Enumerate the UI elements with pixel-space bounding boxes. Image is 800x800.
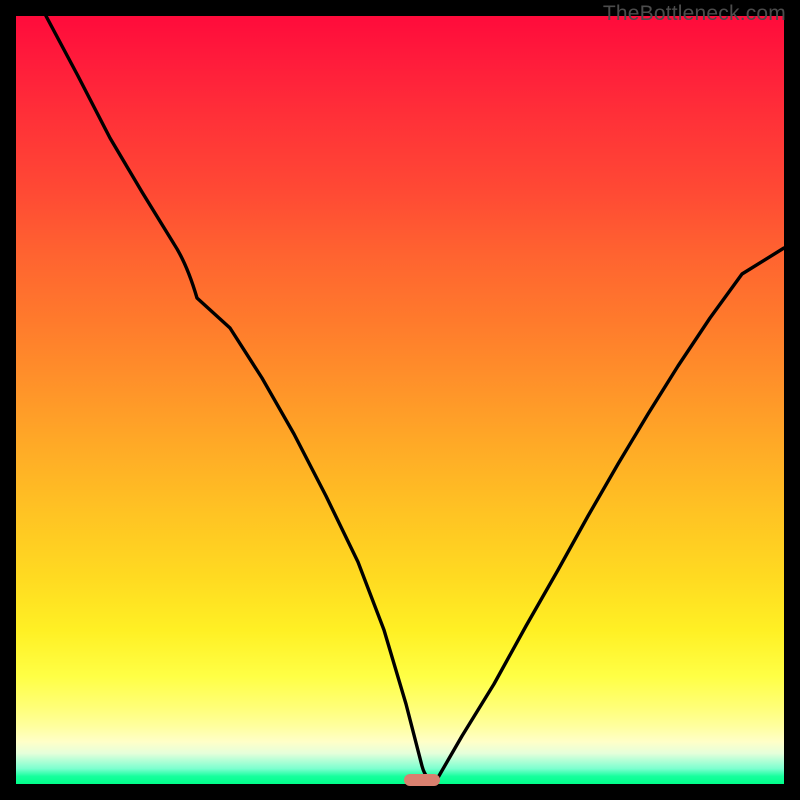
optimal-marker (404, 774, 440, 786)
chart-frame: TheBottleneck.com (0, 0, 800, 800)
bottleneck-curve (16, 16, 784, 784)
bottleneck-curve-path (46, 16, 784, 781)
watermark-text: TheBottleneck.com (603, 2, 786, 26)
plot-area (16, 16, 784, 784)
